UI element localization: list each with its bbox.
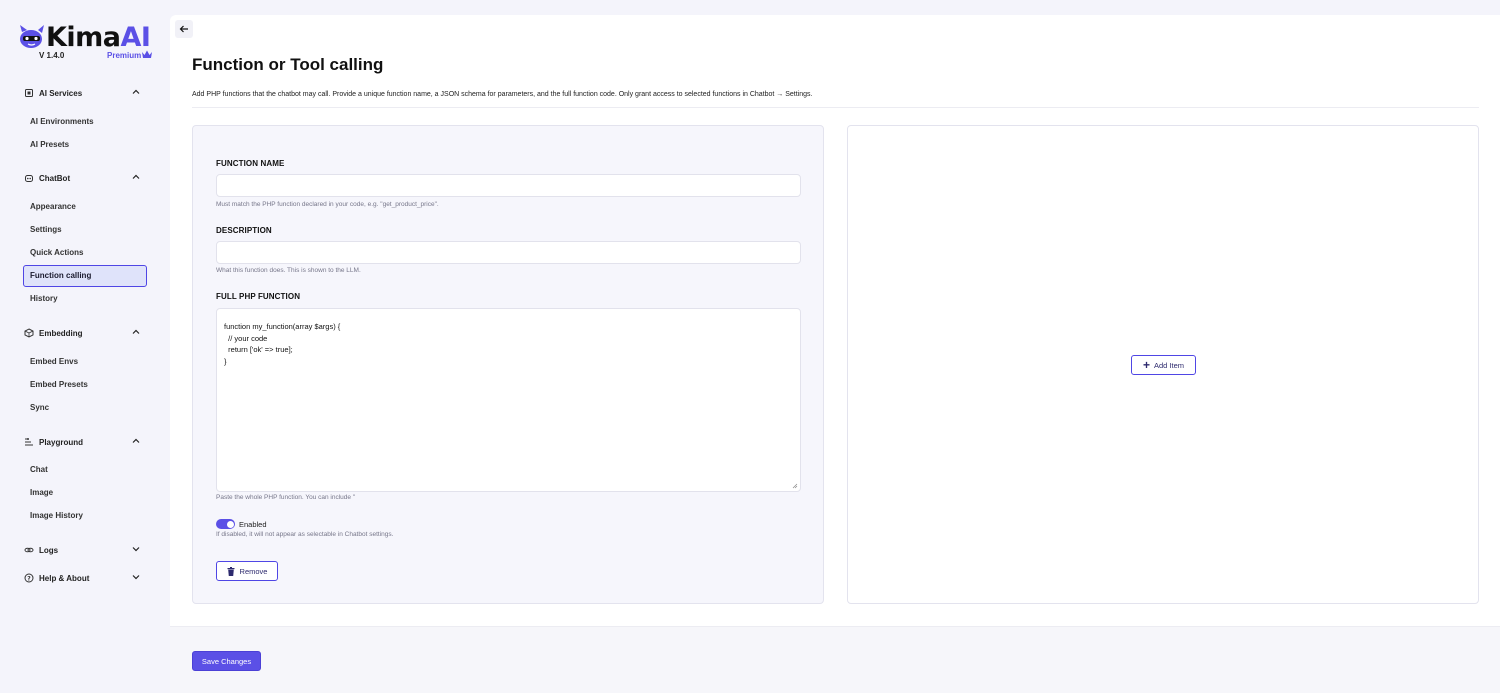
nav-section-embedding[interactable]: Embedding <box>24 325 142 341</box>
function-name-input[interactable] <box>216 174 801 197</box>
link-icon <box>24 547 34 553</box>
page-description: Add PHP functions that the chatbot may c… <box>192 91 813 98</box>
divider <box>192 107 1479 108</box>
nav-section-help-about[interactable]: ? Help & About <box>24 570 142 586</box>
svg-text:?: ? <box>27 575 31 582</box>
sidebar-item-history[interactable]: History <box>23 288 147 310</box>
sliders-icon <box>25 438 33 446</box>
nav-section-label: Logs <box>39 545 59 555</box>
description-input[interactable] <box>216 241 801 264</box>
sidebar-item-ai-presets[interactable]: AI Presets <box>23 134 147 156</box>
toggle-knob <box>226 520 234 528</box>
php-function-label: FULL PHP FUNCTION <box>216 292 301 301</box>
chip-icon <box>25 89 33 97</box>
arrow-left-icon <box>179 25 188 33</box>
sidebar-item-appearance[interactable]: Appearance <box>23 196 147 218</box>
footer-bar: Save Changes <box>170 626 1500 693</box>
enabled-toggle[interactable] <box>216 519 235 529</box>
chevron-down-icon <box>132 547 140 552</box>
php-function-code: function my_function(array $args) { // y… <box>224 322 341 366</box>
sidebar-item-function-calling[interactable]: Function calling <box>23 265 147 287</box>
nav-section-label: AI Services <box>39 88 83 98</box>
sidebar-item-image-history[interactable]: Image History <box>23 505 147 527</box>
remove-button[interactable]: Remove <box>216 561 278 581</box>
sidebar-item-settings[interactable]: Settings <box>23 219 147 241</box>
nav-section-ai-services[interactable]: AI Services <box>24 85 142 101</box>
add-item-button[interactable]: + Add Item <box>1131 355 1196 375</box>
app-logo[interactable]: KimaAI V 1.4.0 Premium <box>18 22 158 62</box>
main-panel: Function or Tool calling Add PHP functio… <box>170 15 1500 693</box>
chevron-down-icon <box>132 575 140 580</box>
enabled-help: If disabled, it will not appear as selec… <box>216 531 394 538</box>
chevron-up-icon <box>132 329 140 334</box>
resize-handle-icon[interactable] <box>792 483 798 489</box>
add-item-label: Add Item <box>1154 360 1185 370</box>
bot-icon <box>25 175 33 182</box>
cube-icon <box>24 328 34 338</box>
app-version: V 1.4.0 <box>39 51 65 60</box>
php-function-help: Paste the whole PHP function. You can in… <box>216 494 356 501</box>
sidebar-item-sync[interactable]: Sync <box>23 397 147 419</box>
trash-icon <box>227 566 235 576</box>
page-title: Function or Tool calling <box>192 55 384 74</box>
nav-section-playground[interactable]: Playground <box>24 434 142 450</box>
chevron-up-icon <box>132 438 140 443</box>
nav-section-chatbot[interactable]: ChatBot <box>24 170 142 186</box>
description-help: What this function does. This is shown t… <box>216 267 361 274</box>
crown-icon <box>142 50 152 58</box>
description-label: DESCRIPTION <box>216 226 272 235</box>
sidebar-item-chat[interactable]: Chat <box>23 459 147 481</box>
help-icon: ? <box>24 573 34 583</box>
function-name-help: Must match the PHP function declared in … <box>216 201 439 208</box>
premium-badge: Premium <box>107 51 142 60</box>
back-button[interactable] <box>175 20 193 38</box>
chevron-up-icon <box>132 174 140 179</box>
save-changes-button[interactable]: Save Changes <box>192 651 261 671</box>
function-form-card: FUNCTION NAME Must match the PHP functio… <box>192 125 824 604</box>
mascot-logo-icon <box>20 25 44 48</box>
enabled-label: Enabled <box>239 520 267 529</box>
php-function-textarea[interactable]: function my_function(array $args) { // y… <box>216 308 801 492</box>
sidebar-item-embed-envs[interactable]: Embed Envs <box>23 351 147 373</box>
nav-section-label: Help & About <box>39 573 90 583</box>
sidebar: KimaAI V 1.4.0 Premium AI Services AI En… <box>0 0 170 693</box>
remove-button-label: Remove <box>239 566 268 576</box>
nav-section-label: ChatBot <box>39 173 71 183</box>
logo-text: KimaAI <box>46 22 151 53</box>
chevron-up-icon <box>132 89 140 94</box>
sidebar-item-ai-environments[interactable]: AI Environments <box>23 111 147 133</box>
nav-section-label: Embedding <box>39 328 83 338</box>
nav-section-label: Playground <box>39 437 84 447</box>
sidebar-item-embed-presets[interactable]: Embed Presets <box>23 374 147 396</box>
nav-section-logs[interactable]: Logs <box>24 542 142 558</box>
function-name-label: FUNCTION NAME <box>216 159 285 168</box>
function-list-card: + Add Item <box>847 125 1479 604</box>
plus-icon: + <box>1142 358 1150 372</box>
sidebar-item-quick-actions[interactable]: Quick Actions <box>23 242 147 264</box>
sidebar-item-image[interactable]: Image <box>23 482 147 504</box>
